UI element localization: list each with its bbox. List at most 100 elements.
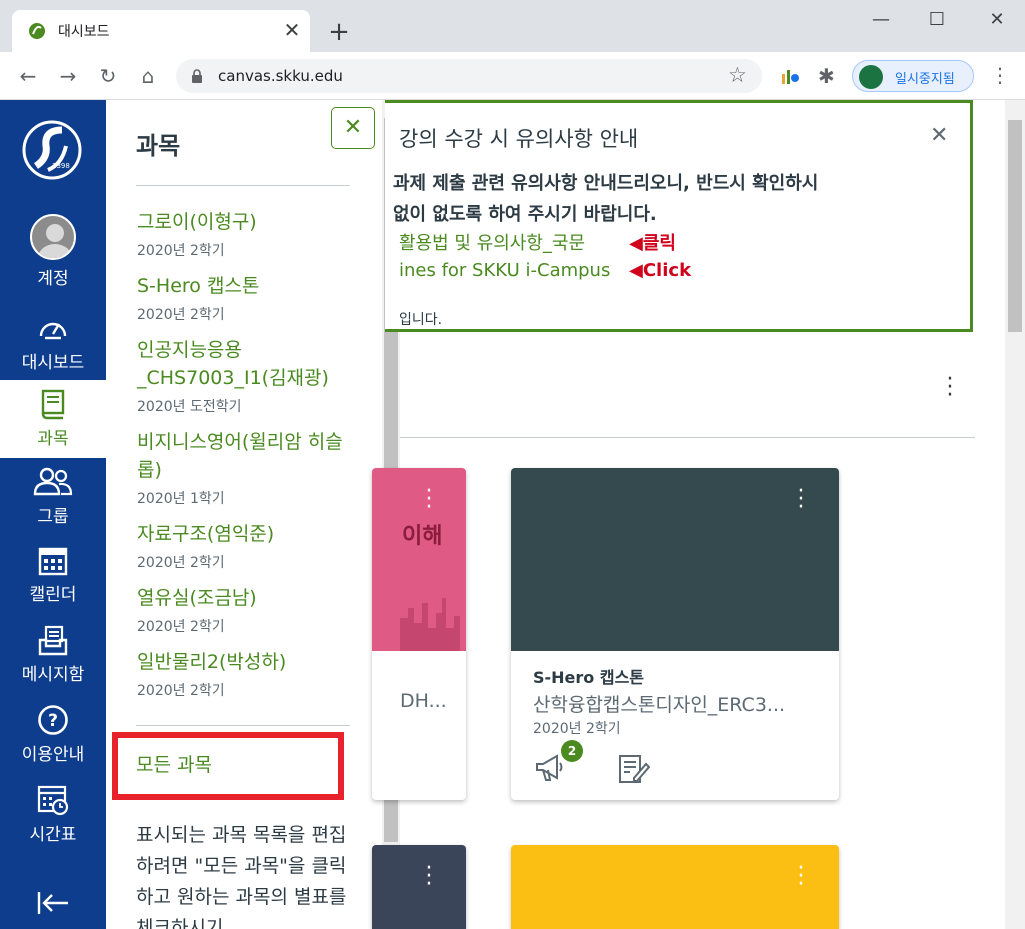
tray-help-text: 표시되는 과목 목록을 편집하려면 "모든 과목"을 클릭하고 원하는 과목의 …	[136, 824, 347, 929]
announcements-icon[interactable]	[535, 754, 567, 782]
nav-item-inbox[interactable]: 메시지함	[0, 620, 106, 698]
forward-icon[interactable]: →	[54, 62, 82, 90]
puzzle-extensions-icon[interactable]: ✱	[818, 64, 835, 88]
course-link[interactable]: S-Hero 캡스톤	[137, 272, 357, 300]
home-icon[interactable]: ⌂	[134, 62, 162, 90]
skku-logo[interactable]: 1398	[22, 116, 82, 184]
courses-icon	[41, 389, 65, 420]
profile-button[interactable]: 일시중지됨	[852, 60, 974, 92]
card-menu-icon[interactable]: · · ·	[796, 481, 806, 519]
nav-item-calendar[interactable]: 캘린더	[0, 540, 106, 618]
window-close-icon[interactable]: ✕	[982, 8, 1012, 32]
reload-icon[interactable]: ↻	[94, 62, 122, 90]
course-term: 2020년 2학기	[137, 243, 225, 259]
announcement-text: 없이 없도록 하여 주시기 바랍니다.	[393, 204, 657, 225]
page-scrollbar[interactable]	[1005, 100, 1025, 929]
click-label: ◀Click	[629, 260, 692, 281]
nav-label: 이용안내	[21, 745, 85, 765]
scroll-thumb[interactable]	[1008, 120, 1022, 332]
card-subtitle: DH...	[400, 690, 447, 712]
card-hero	[511, 468, 839, 651]
card-menu-icon[interactable]: · · ·	[424, 858, 434, 896]
course-link[interactable]: 비지니스영어(윌리암 히슬롭)	[137, 428, 357, 484]
browser-toolbar: ← → ↻ ⌂ canvas.skku.edu ☆ ✱ 일시중지됨 ⋮	[0, 52, 1025, 100]
announcement-link[interactable]: ines for SKKU i-Campus	[399, 260, 610, 281]
calendar-icon	[38, 547, 68, 576]
courses-tray: 과목 ✕ 그로이(이형구) 2020년 2학기 S-Hero 캡스톤 2020년…	[106, 100, 382, 929]
lock-icon	[192, 69, 202, 83]
nav-label: 메시지함	[21, 665, 85, 685]
nav-label: 계정	[37, 269, 69, 289]
nav-item-dashboard[interactable]: 대시보드	[0, 308, 106, 386]
card-title[interactable]: S-Hero 캡스톤	[533, 664, 644, 688]
browser-menu-icon[interactable]: ⋮	[990, 64, 1010, 86]
dashboard-icon	[39, 322, 67, 340]
tray-title: 과목	[136, 132, 181, 160]
unread-badge: 2	[561, 740, 583, 762]
announcement-banner: 강의 수강 시 유의사항 안내 ✕ 과제 제출 관련 유의사항 안내드리오니, …	[385, 100, 973, 332]
course-link[interactable]: 열유실(조금남)	[137, 584, 357, 612]
card-hero	[511, 845, 839, 929]
close-icon[interactable]: ✕	[930, 123, 948, 148]
nav-item-help[interactable]: ? 이용안내	[0, 700, 106, 778]
course-card[interactable]: · · · S-Hero 캡스톤 산학융합캡스톤디자인_ERC3... 2020년 …	[511, 468, 839, 800]
groups-icon	[33, 467, 73, 496]
course-term: 2020년 2학기	[137, 555, 225, 571]
divider	[136, 725, 350, 726]
nav-label: 그룹	[37, 507, 69, 527]
nav-item-timetable[interactable]: 시간표	[0, 780, 106, 858]
nav-label: 과목	[37, 429, 69, 449]
dashboard-options-icon[interactable]: · · ·	[940, 369, 960, 407]
course-card[interactable]: · · ·	[511, 845, 839, 929]
global-navigation: 1398 계정 대시보드 과목 그룹 캘린더 메시지함 ? 이용안내 시간표	[0, 100, 106, 929]
course-link[interactable]: 그로이(이형구)	[137, 208, 357, 236]
course-term: 2020년 1학기	[137, 491, 225, 507]
skyline-icon	[400, 598, 460, 651]
tray-close-icon[interactable]: ✕	[331, 107, 375, 149]
inbox-icon	[38, 625, 68, 656]
course-term: 2020년 2학기	[137, 683, 225, 699]
assignments-icon[interactable]	[618, 754, 650, 784]
course-term: 2020년 2학기	[137, 619, 225, 635]
course-link[interactable]: 일반물리2(박성하)	[137, 648, 357, 676]
card-menu-icon[interactable]: · · ·	[424, 481, 434, 519]
address-bar[interactable]: canvas.skku.edu ☆	[176, 59, 762, 93]
announcement-footer: 입니다.	[399, 312, 443, 328]
collapse-nav-icon[interactable]	[36, 890, 70, 920]
profile-label: 일시중지됨	[895, 72, 955, 87]
course-card[interactable]: 이해 · · · DH...	[372, 468, 466, 800]
svg-text:1398: 1398	[52, 162, 70, 170]
nav-item-groups[interactable]: 그룹	[0, 462, 106, 540]
course-link[interactable]: 자료구조(염익준)	[137, 520, 357, 548]
svg-text:?: ?	[48, 711, 58, 731]
new-tab-icon[interactable]: +	[326, 19, 352, 45]
browser-tabstrip: 대시보드 ✕ + — ☐ ✕	[0, 0, 1025, 52]
announcement-link[interactable]: 활용법 및 유의사항_국문	[399, 229, 585, 255]
bookmark-star-icon[interactable]: ☆	[728, 63, 747, 87]
card-term: 2020년 2학기	[533, 721, 621, 737]
course-term: 2020년 2학기	[137, 307, 225, 323]
course-link[interactable]: 인공지능응용 _CHS7003_I1(김재광)	[137, 336, 357, 392]
all-courses-link[interactable]: 모든 과목	[136, 750, 212, 777]
card-menu-icon[interactable]: · · ·	[796, 858, 806, 896]
nav-label: 시간표	[29, 825, 77, 845]
nav-item-courses[interactable]: 과목	[0, 380, 106, 458]
tab-close-icon[interactable]: ✕	[280, 18, 304, 42]
divider	[400, 437, 975, 438]
extension-icon[interactable]	[780, 66, 800, 86]
browser-tab[interactable]: 대시보드 ✕	[12, 10, 310, 52]
tab-title: 대시보드	[58, 24, 110, 40]
avatar-icon	[30, 214, 76, 260]
nav-label: 대시보드	[21, 353, 85, 373]
minimize-icon[interactable]: —	[866, 8, 896, 32]
course-card[interactable]: · · ·	[372, 845, 466, 929]
help-icon: ?	[38, 705, 68, 735]
back-icon[interactable]: ←	[14, 62, 42, 90]
announcement-title: 강의 수강 시 유의사항 안내	[399, 127, 639, 151]
maximize-icon[interactable]: ☐	[922, 8, 952, 32]
card-hero-text: 이해	[402, 524, 443, 549]
nav-item-account[interactable]: 계정	[0, 214, 106, 292]
card-hero: 이해	[372, 468, 466, 651]
nav-label: 캘린더	[29, 585, 77, 605]
divider	[136, 185, 350, 186]
